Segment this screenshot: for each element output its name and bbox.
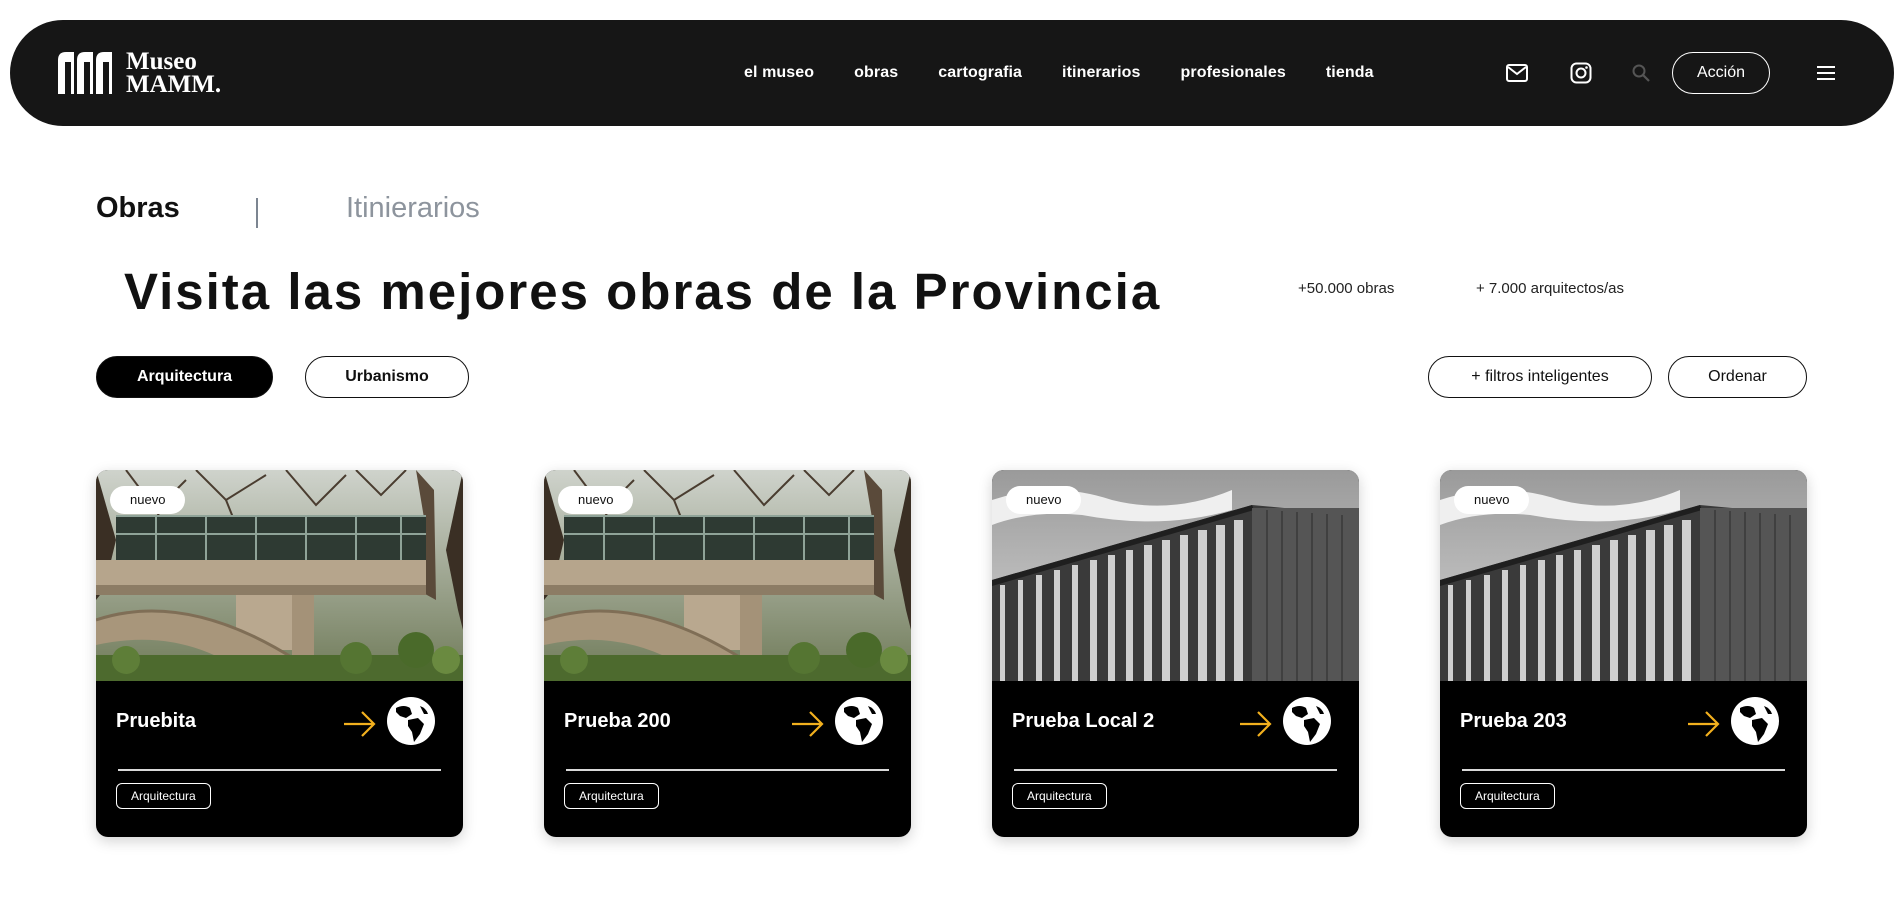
nav-link-cartografia[interactable]: cartografia bbox=[938, 64, 1022, 82]
card-divider bbox=[1462, 769, 1785, 771]
section-tabs: Obras Itinierarios bbox=[96, 190, 696, 230]
new-badge: nuevo bbox=[110, 486, 186, 514]
globe-icon[interactable] bbox=[1730, 696, 1780, 746]
nav-link-tienda[interactable]: tienda bbox=[1326, 64, 1374, 82]
tab-divider bbox=[256, 198, 258, 228]
obra-card[interactable]: nuevo Prueba 200 Arquitectura bbox=[544, 470, 911, 837]
menu-bar bbox=[1817, 66, 1835, 68]
filter-arquitectura-button[interactable]: Arquitectura bbox=[96, 356, 273, 398]
obra-card[interactable]: nuevo Prueba Local 2 Arquitectura bbox=[992, 470, 1359, 837]
category-tag[interactable]: Arquitectura bbox=[564, 783, 659, 809]
top-navbar: Museo MAMM. el museo obras cartografia i… bbox=[10, 20, 1894, 126]
main-nav: el museo obras cartografia itinerarios p… bbox=[744, 20, 1374, 126]
search-icon[interactable] bbox=[1628, 60, 1654, 86]
arrow-right-icon[interactable] bbox=[1686, 708, 1722, 740]
nav-link-itinerarios[interactable]: itinerarios bbox=[1062, 64, 1140, 82]
filter-urbanismo-button[interactable]: Urbanismo bbox=[305, 356, 469, 398]
category-tag[interactable]: Arquitectura bbox=[1460, 783, 1555, 809]
obra-card[interactable]: nuevo Prueba 203 Arquitectura bbox=[1440, 470, 1807, 837]
new-badge: nuevo bbox=[1454, 486, 1530, 514]
arrow-right-icon[interactable] bbox=[342, 708, 378, 740]
new-badge: nuevo bbox=[558, 486, 634, 514]
obra-card-title: Prueba 203 bbox=[1460, 710, 1567, 732]
smart-filters-button[interactable]: + filtros inteligentes bbox=[1428, 356, 1652, 398]
globe-icon[interactable] bbox=[834, 696, 884, 746]
stat-obras: +50.000 obras bbox=[1298, 280, 1395, 297]
arrow-right-icon[interactable] bbox=[790, 708, 826, 740]
nav-link-profesionales[interactable]: profesionales bbox=[1181, 64, 1286, 82]
page-title: Visita las mejores obras de la Provincia bbox=[124, 263, 1162, 320]
tab-obras[interactable]: Obras bbox=[96, 192, 180, 225]
obra-card[interactable]: nuevo Pruebita Arquitectura bbox=[96, 470, 463, 837]
brand-name: Museo MAMM. bbox=[126, 48, 222, 98]
category-tag[interactable]: Arquitectura bbox=[1012, 783, 1107, 809]
menu-bar bbox=[1817, 72, 1835, 74]
new-badge: nuevo bbox=[1006, 486, 1082, 514]
card-divider bbox=[1014, 769, 1337, 771]
card-divider bbox=[566, 769, 889, 771]
tab-itinerarios[interactable]: Itinierarios bbox=[346, 192, 480, 225]
obra-card-title: Prueba 200 bbox=[564, 710, 671, 732]
nav-actions: Acción bbox=[1504, 20, 1770, 126]
stat-arquitectos: + 7.000 arquitectos/as bbox=[1476, 280, 1625, 297]
obra-card-title: Prueba Local 2 bbox=[1012, 710, 1155, 732]
arrow-right-icon[interactable] bbox=[1238, 708, 1274, 740]
obra-card-title: Pruebita bbox=[116, 710, 197, 732]
instagram-icon[interactable] bbox=[1568, 60, 1594, 86]
menu-bar bbox=[1817, 78, 1835, 80]
globe-icon[interactable] bbox=[386, 696, 436, 746]
globe-icon[interactable] bbox=[1282, 696, 1332, 746]
mail-icon[interactable] bbox=[1504, 60, 1530, 86]
accion-button[interactable]: Acción bbox=[1672, 52, 1770, 94]
sort-button[interactable]: Ordenar bbox=[1668, 356, 1807, 398]
nav-link-el-museo[interactable]: el museo bbox=[744, 64, 814, 82]
brand-line1: Museo bbox=[126, 48, 197, 75]
mamm-logo-icon bbox=[58, 52, 112, 94]
brand-logo[interactable]: Museo MAMM. bbox=[56, 48, 222, 98]
brand-line2: MAMM. bbox=[126, 71, 222, 98]
card-divider bbox=[118, 769, 441, 771]
menu-icon[interactable] bbox=[1814, 60, 1838, 86]
category-tag[interactable]: Arquitectura bbox=[116, 783, 211, 809]
nav-link-obras[interactable]: obras bbox=[854, 64, 898, 82]
